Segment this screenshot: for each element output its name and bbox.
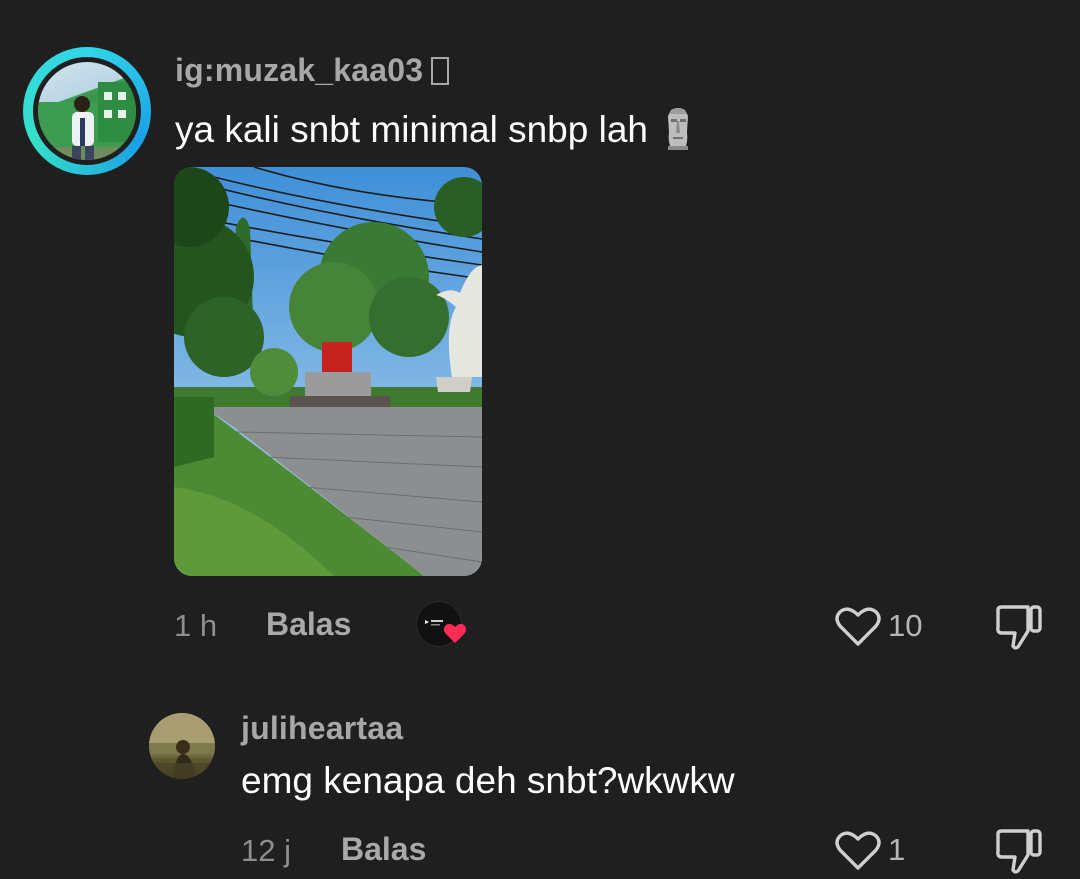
comment-photo[interactable] [174,167,482,576]
comment-username[interactable]: juliheartaa [241,710,403,747]
avatar [38,62,136,160]
like-button[interactable]: 1 [834,828,905,872]
reply-button[interactable]: Balas [341,831,426,868]
dislike-button[interactable] [994,604,1044,655]
story-ring-avatar[interactable] [23,47,151,175]
heart-outline-icon [835,831,881,870]
dislike-button[interactable] [994,828,1044,879]
missing-glyph-icon [431,57,450,85]
heart-icon [443,623,467,643]
like-button[interactable]: 10 [834,604,922,648]
thumbs-down-icon [996,829,1042,874]
heart-outline-icon [835,607,881,646]
comment-time: 12 j [241,833,291,868]
moai-icon [668,108,688,150]
thumbs-down-icon [996,605,1042,650]
comment-time: 1 h [174,608,218,643]
comment-username[interactable]: ig:muzak_kaa03 [175,52,450,89]
avatar[interactable] [149,713,215,779]
comment-text: emg kenapa deh snbt?wkwkw [241,760,735,801]
reply-button[interactable]: Balas [266,606,351,643]
like-count: 10 [888,608,923,643]
comment-text: ya kali snbt minimal snbp lah [175,106,694,151]
creator-liked-badge [416,601,467,647]
like-count: 1 [888,832,906,867]
